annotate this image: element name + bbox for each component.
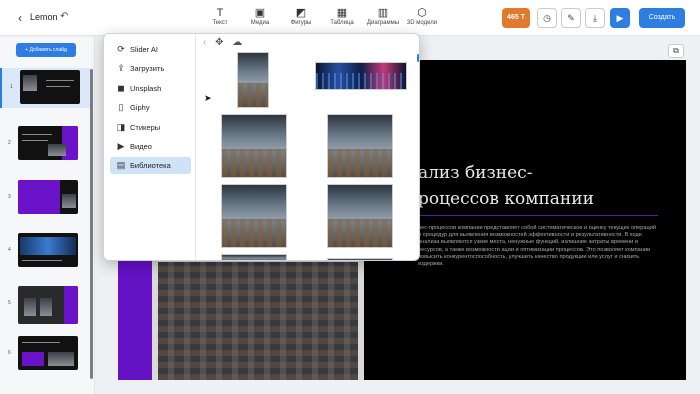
slide-body-text[interactable]: нес-процессов компании представляет собо… <box>418 225 658 268</box>
slide-number: 5 <box>8 300 11 306</box>
menu-item-label: Slider AI <box>130 45 158 54</box>
slide-title[interactable]: ализ бизнес- роцессов компании <box>418 160 658 212</box>
library-image[interactable] <box>221 114 287 178</box>
slide-thumb-4[interactable]: 4 <box>0 231 90 271</box>
chevron-left-icon[interactable]: ‹ <box>18 11 22 25</box>
library-image[interactable] <box>327 258 393 260</box>
slide-thumb-5[interactable]: 5 <box>0 284 90 330</box>
menu-item-video[interactable]: ▶ Видео <box>110 138 191 155</box>
crop-add-icon[interactable]: ✥ <box>215 37 223 48</box>
tool-table[interactable]: ▦ Таблица <box>320 6 364 26</box>
clock-icon[interactable]: ◷ <box>537 8 557 28</box>
chart-icon: ▥ <box>377 7 389 19</box>
slide-number: 4 <box>8 247 11 253</box>
add-slide-button[interactable]: + Добавить слайд <box>16 43 76 57</box>
slide-number: 2 <box>8 140 11 146</box>
tool-label: 3D модели <box>406 20 438 26</box>
create-button[interactable]: Создать <box>639 8 685 28</box>
menu-item-unsplash[interactable]: ◼ Unsplash <box>110 80 191 97</box>
create-label: Создать <box>648 14 676 21</box>
menu-item-label: Unsplash <box>130 84 162 93</box>
tool-text[interactable]: T Текст <box>198 6 242 26</box>
library-image[interactable] <box>315 62 407 90</box>
image-icon: ▣ <box>254 7 266 19</box>
slide-preview <box>18 126 78 160</box>
tool-shapes[interactable]: ◩ Фигуры <box>279 6 323 26</box>
cloud-upload-icon[interactable]: ☁ <box>232 37 242 48</box>
tool-charts[interactable]: ▥ Диаграммы <box>361 6 405 26</box>
library-image[interactable] <box>327 184 393 248</box>
tool-label: Фигуры <box>290 20 312 26</box>
text-icon: T <box>216 7 224 19</box>
slides-scrollbar[interactable] <box>90 69 93 379</box>
slide-thumb-1[interactable]: 1 <box>0 68 90 108</box>
slide-preview <box>18 180 78 214</box>
slide-photo[interactable] <box>152 256 364 380</box>
library-image[interactable] <box>327 114 393 178</box>
slide-number: 6 <box>8 350 11 356</box>
video-icon: ▶ <box>117 141 125 151</box>
tool-3d-models[interactable]: ⬡ 3D модели <box>400 6 444 26</box>
slide-thumb-3[interactable]: 3 <box>0 178 90 218</box>
slide-number: 1 <box>10 84 13 90</box>
library-image[interactable] <box>221 254 287 260</box>
menu-item-giphy[interactable]: ▯ Giphy <box>110 99 191 116</box>
token-counter[interactable]: 465 T <box>502 8 530 28</box>
tool-label: Таблица <box>330 20 354 26</box>
slide-preview <box>18 286 78 324</box>
top-toolbar: ‹ Lemon ↶ T Текст ▣ Медиа ◩ Фигуры ▦ Таб… <box>0 0 700 36</box>
menu-item-slider-ai[interactable]: ⟳ Slider AI <box>110 41 191 58</box>
title-divider <box>418 215 658 216</box>
shapes-icon: ◩ <box>295 7 307 19</box>
menu-item-stickers[interactable]: ◨ Стикеры <box>110 119 191 136</box>
chevron-left-icon[interactable]: ‹ <box>203 37 206 48</box>
menu-item-label: Стикеры <box>130 123 161 132</box>
mouse-cursor-icon: ➤ <box>204 93 212 103</box>
tool-label: Текст <box>212 20 228 26</box>
tool-media[interactable]: ▣ Медиа <box>238 6 282 36</box>
slide-settings-icon[interactable]: ⧉ <box>668 44 684 58</box>
menu-item-upload[interactable]: ⇪ Загрузить <box>110 60 191 77</box>
slide-number: 3 <box>8 194 11 200</box>
slide-thumb-6[interactable]: 6 <box>0 334 90 374</box>
slide-preview <box>18 233 78 267</box>
gallery-scrollbar[interactable] <box>417 54 419 62</box>
undo-icon[interactable]: ↶ <box>60 11 68 22</box>
table-icon: ▦ <box>336 7 348 19</box>
slide-preview <box>20 70 80 104</box>
menu-item-label: Видео <box>130 142 152 151</box>
unsplash-icon: ◼ <box>117 83 125 93</box>
media-popup: ⟳ Slider AI ⇪ Загрузить ◼ Unsplash ▯ Gip… <box>103 33 420 261</box>
media-source-menu: ⟳ Slider AI ⇪ Загрузить ◼ Unsplash ▯ Gip… <box>104 34 196 260</box>
library-image[interactable] <box>237 52 269 108</box>
project-name[interactable]: Lemon <box>30 12 58 22</box>
menu-item-library[interactable]: ▤ Библиотека <box>110 157 191 174</box>
gallery-toolbar: ‹ ✥ ☁ <box>203 37 248 48</box>
slide-preview <box>18 336 78 370</box>
cube-icon: ⬡ <box>417 7 427 19</box>
slides-panel: + Добавить слайд 1 2 3 4 5 6 <box>0 37 95 394</box>
library-image[interactable] <box>221 184 287 248</box>
menu-item-label: Giphy <box>130 103 150 112</box>
brush-icon[interactable]: ✎ <box>561 8 581 28</box>
download-icon[interactable]: ⤓ <box>585 8 605 28</box>
menu-item-label: Загрузить <box>130 64 165 73</box>
giphy-icon: ▯ <box>118 102 124 112</box>
tool-label: Медиа <box>250 20 270 26</box>
menu-item-label: Библиотека <box>130 161 171 170</box>
ai-icon: ⟳ <box>117 44 125 54</box>
tool-label: Диаграммы <box>366 20 400 26</box>
upload-icon: ⇪ <box>117 63 125 73</box>
library-icon: ▤ <box>116 160 126 170</box>
library-gallery: ‹ ✥ ☁ <box>197 34 419 260</box>
present-icon[interactable]: ▶ <box>610 8 630 28</box>
slide-thumb-2[interactable]: 2 <box>0 124 90 164</box>
sticker-icon: ◨ <box>116 122 126 132</box>
